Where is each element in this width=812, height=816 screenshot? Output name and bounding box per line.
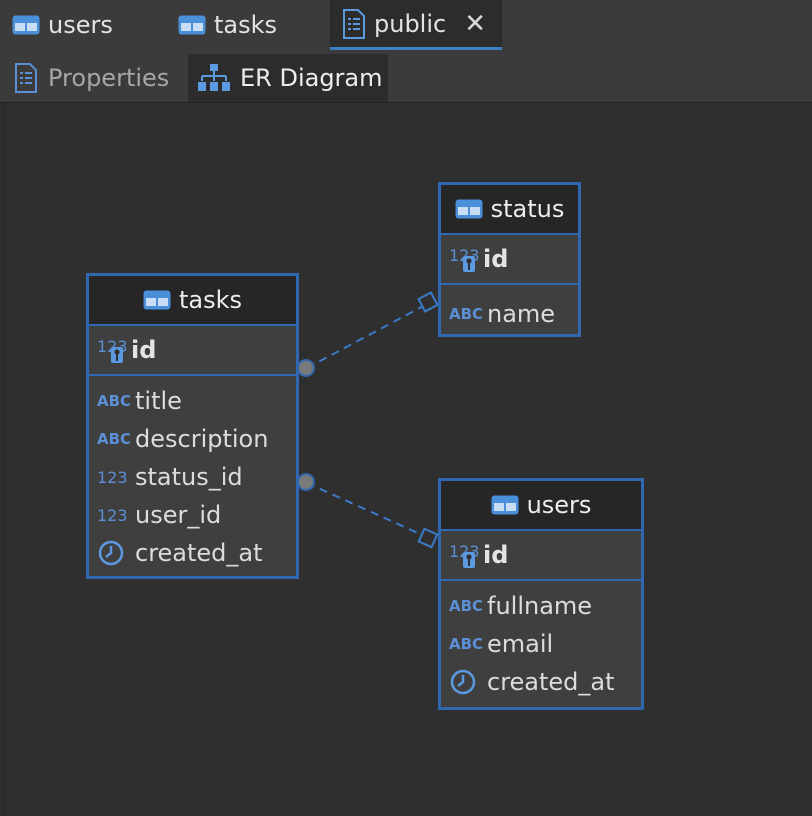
editor-tab-label: tasks xyxy=(214,11,278,39)
properties-icon xyxy=(15,63,37,93)
entity-header[interactable]: users xyxy=(441,481,641,531)
clock-icon xyxy=(450,669,476,695)
column-name: title xyxy=(135,387,182,415)
editor-tab-tasks[interactable]: tasks xyxy=(166,0,329,50)
tab-properties[interactable]: Properties xyxy=(0,54,186,102)
text-type-icon: ABC xyxy=(449,635,484,653)
text-type-icon: ABC xyxy=(97,392,132,410)
column-name: created_at xyxy=(487,668,615,696)
entity-tasks[interactable]: tasks 123 id ABC title ABC description 1… xyxy=(86,273,299,579)
entity-header[interactable]: tasks xyxy=(89,276,296,326)
close-icon[interactable]: ✕ xyxy=(464,9,486,39)
tab-label: Properties xyxy=(48,64,170,92)
table-icon xyxy=(455,199,483,219)
text-type-icon: ABC xyxy=(449,597,484,615)
er-diagram-canvas[interactable]: tasks 123 id ABC title ABC description 1… xyxy=(4,103,812,816)
text-type-icon: ABC xyxy=(449,305,484,323)
column-row[interactable]: 123 user_id xyxy=(89,496,296,534)
primary-key-icon: 123 xyxy=(449,244,483,274)
column-name: fullname xyxy=(487,592,593,620)
relationship-tasks-users[interactable] xyxy=(297,473,439,549)
column-row[interactable]: ABC title xyxy=(89,382,296,420)
column-name: description xyxy=(135,425,269,453)
primary-key-row[interactable]: 123 id xyxy=(89,326,296,376)
table-icon xyxy=(143,290,171,310)
text-type-icon: ABC xyxy=(97,430,132,448)
relationship-tasks-status[interactable] xyxy=(297,291,439,377)
column-row[interactable]: ABC email xyxy=(441,625,641,663)
column-row[interactable]: ABC fullname xyxy=(441,587,641,625)
numeric-type-icon: 123 xyxy=(97,467,128,487)
clock-icon xyxy=(98,540,124,566)
entity-users[interactable]: users 123 id ABC fullname ABC email crea… xyxy=(438,478,644,710)
column-row[interactable]: created_at xyxy=(441,663,641,701)
column-name: user_id xyxy=(135,501,222,529)
column-name: id xyxy=(483,245,509,273)
column-name: email xyxy=(487,630,554,658)
editor-tab-label: users xyxy=(48,11,113,39)
editor-tab-bar: users tasks public ✕ xyxy=(0,0,812,52)
sub-tab-bar: Properties ER Diagram xyxy=(0,52,812,103)
numeric-type-icon: 123 xyxy=(97,505,128,525)
primary-key-row[interactable]: 123 id xyxy=(441,235,578,285)
column-row[interactable]: ABC name xyxy=(441,295,578,333)
column-name: id xyxy=(483,541,509,569)
editor-tab-label: public xyxy=(374,9,447,38)
tab-label: ER Diagram xyxy=(240,64,383,92)
entity-name: users xyxy=(526,491,592,519)
primary-key-icon: 123 xyxy=(449,540,483,570)
column-row[interactable]: created_at xyxy=(89,534,296,572)
column-name: status_id xyxy=(135,463,243,491)
table-icon xyxy=(178,15,206,35)
column-row[interactable]: ABC description xyxy=(89,420,296,458)
column-name: name xyxy=(487,300,556,328)
column-name: id xyxy=(131,336,157,364)
editor-tab-users[interactable]: users xyxy=(0,0,165,50)
entity-header[interactable]: status xyxy=(441,185,578,235)
entity-status[interactable]: status 123 id ABC name xyxy=(438,182,581,337)
table-icon xyxy=(491,495,519,515)
column-row[interactable]: 123 status_id xyxy=(89,458,296,496)
er-diagram-icon xyxy=(198,64,230,91)
entity-name: tasks xyxy=(178,286,243,314)
entity-name: status xyxy=(490,195,565,223)
column-name: created_at xyxy=(135,539,263,567)
primary-key-icon: 123 xyxy=(97,335,131,365)
table-icon xyxy=(12,15,40,35)
schema-document-icon xyxy=(343,8,365,39)
primary-key-row[interactable]: 123 id xyxy=(441,531,641,581)
tab-er-diagram[interactable]: ER Diagram xyxy=(188,54,388,102)
editor-tab-public[interactable]: public ✕ xyxy=(330,0,502,50)
